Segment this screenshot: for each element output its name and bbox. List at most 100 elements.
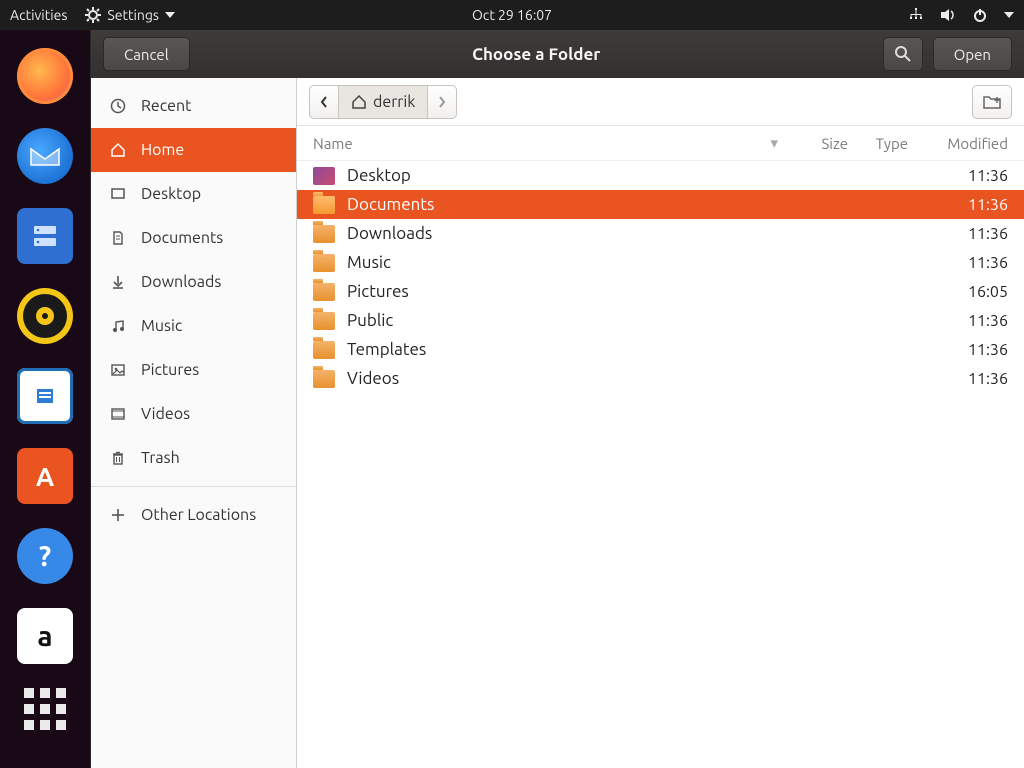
place-label: Recent: [141, 97, 191, 115]
dock-help-icon[interactable]: ?: [17, 528, 73, 584]
column-name[interactable]: Name ▾: [313, 134, 788, 152]
dock-amazon-icon[interactable]: a: [17, 608, 73, 664]
search-icon: [894, 45, 912, 63]
dock-show-apps-icon[interactable]: [17, 688, 73, 744]
folder-name: Downloads: [347, 224, 432, 243]
cancel-label: Cancel: [124, 46, 169, 63]
clock-icon: [109, 98, 127, 114]
path-segment-home[interactable]: derrik: [339, 85, 428, 119]
cancel-button[interactable]: Cancel: [103, 37, 190, 71]
power-icon[interactable]: [972, 7, 988, 23]
folder-icon: [313, 167, 335, 185]
gnome-top-bar: Activities Settings Oct 29 16:07: [0, 0, 1024, 30]
file-pane: derrik Name ▾ Size Type: [297, 78, 1024, 768]
path-forward-button[interactable]: [428, 85, 457, 119]
place-home[interactable]: Home: [91, 128, 296, 172]
dock-files-icon[interactable]: [17, 208, 73, 264]
folder-modified: 16:05: [968, 283, 1008, 301]
dock-software-icon[interactable]: [17, 448, 73, 504]
folder-icon: [313, 341, 335, 359]
folder-modified: 11:36: [968, 225, 1008, 243]
folder-row[interactable]: Videos 11:36: [297, 364, 1024, 393]
folder-name: Templates: [347, 340, 426, 359]
open-button[interactable]: Open: [933, 37, 1012, 71]
place-music[interactable]: Music: [91, 304, 296, 348]
desktop-icon: [109, 186, 127, 202]
place-desktop[interactable]: Desktop: [91, 172, 296, 216]
folder-modified: 11:36: [968, 370, 1008, 388]
activities-label: Activities: [10, 7, 67, 23]
column-modified[interactable]: Modified: [908, 135, 1008, 152]
folder-row[interactable]: Public 11:36: [297, 306, 1024, 335]
folder-modified: 11:36: [968, 254, 1008, 272]
folder-icon: [313, 196, 335, 214]
app-menu-label: Settings: [107, 7, 159, 23]
app-menu[interactable]: Settings: [85, 7, 175, 23]
folder-modified: 11:36: [968, 167, 1008, 185]
chevron-down-icon[interactable]: [1004, 12, 1014, 18]
dock-firefox-icon[interactable]: [17, 48, 73, 104]
chevron-down-icon: [165, 12, 175, 18]
chevron-right-icon: [438, 96, 446, 108]
trash-icon: [109, 450, 127, 466]
folder-name: Music: [347, 253, 391, 272]
sort-indicator-icon: ▾: [770, 134, 778, 152]
column-type[interactable]: Type: [848, 135, 908, 152]
column-size[interactable]: Size: [788, 135, 848, 152]
new-folder-button[interactable]: [972, 85, 1012, 119]
place-label: Music: [141, 317, 182, 335]
separator: [91, 486, 296, 487]
path-bar: derrik: [297, 78, 1024, 126]
folder-row[interactable]: Music 11:36: [297, 248, 1024, 277]
folder-name: Documents: [347, 195, 434, 214]
documents-icon: [109, 230, 127, 246]
folder-icon: [313, 370, 335, 388]
places-sidebar: Recent Home Desktop Documents Downloads: [91, 78, 297, 768]
clock[interactable]: Oct 29 16:07: [472, 7, 552, 23]
folder-name: Videos: [347, 369, 399, 388]
folder-row[interactable]: Pictures 16:05: [297, 277, 1024, 306]
place-videos[interactable]: Videos: [91, 392, 296, 436]
place-recent[interactable]: Recent: [91, 84, 296, 128]
place-label: Home: [141, 141, 184, 159]
file-list: Desktop 11:36 Documents 11:36 Downloads …: [297, 161, 1024, 768]
dock-rhythmbox-icon[interactable]: [17, 288, 73, 344]
path-back-button[interactable]: [309, 85, 339, 119]
home-icon: [351, 94, 367, 110]
folder-row[interactable]: Downloads 11:36: [297, 219, 1024, 248]
column-name-label: Name: [313, 135, 353, 152]
folder-name: Pictures: [347, 282, 409, 301]
place-label: Other Locations: [141, 506, 256, 524]
folder-icon: [313, 283, 335, 301]
dialog-title: Choose a Folder: [200, 45, 873, 64]
dock-writer-icon[interactable]: [17, 368, 73, 424]
gear-icon: [85, 7, 101, 23]
network-icon[interactable]: [908, 7, 924, 23]
folder-modified: 11:36: [968, 341, 1008, 359]
chevron-left-icon: [320, 96, 328, 108]
place-other-locations[interactable]: Other Locations: [91, 493, 296, 537]
new-folder-icon: [982, 93, 1002, 111]
place-trash[interactable]: Trash: [91, 436, 296, 480]
dock: ? a: [0, 30, 90, 768]
volume-icon[interactable]: [940, 7, 956, 23]
folder-modified: 11:36: [968, 312, 1008, 330]
folder-modified: 11:36: [968, 196, 1008, 214]
dialog-header: Cancel Choose a Folder Open: [91, 30, 1024, 78]
place-label: Trash: [141, 449, 180, 467]
plus-icon: [109, 508, 127, 522]
dock-thunderbird-icon[interactable]: [17, 128, 73, 184]
folder-row[interactable]: Desktop 11:36: [297, 161, 1024, 190]
place-documents[interactable]: Documents: [91, 216, 296, 260]
place-pictures[interactable]: Pictures: [91, 348, 296, 392]
folder-row[interactable]: Documents 11:36: [297, 190, 1024, 219]
folder-icon: [313, 254, 335, 272]
search-button[interactable]: [883, 37, 923, 71]
home-icon: [109, 142, 127, 158]
music-icon: [109, 318, 127, 334]
downloads-icon: [109, 274, 127, 290]
place-downloads[interactable]: Downloads: [91, 260, 296, 304]
folder-row[interactable]: Templates 11:36: [297, 335, 1024, 364]
workspace: ? a Cancel Choose a Folder Open: [0, 30, 1024, 768]
activities-button[interactable]: Activities: [10, 7, 67, 23]
